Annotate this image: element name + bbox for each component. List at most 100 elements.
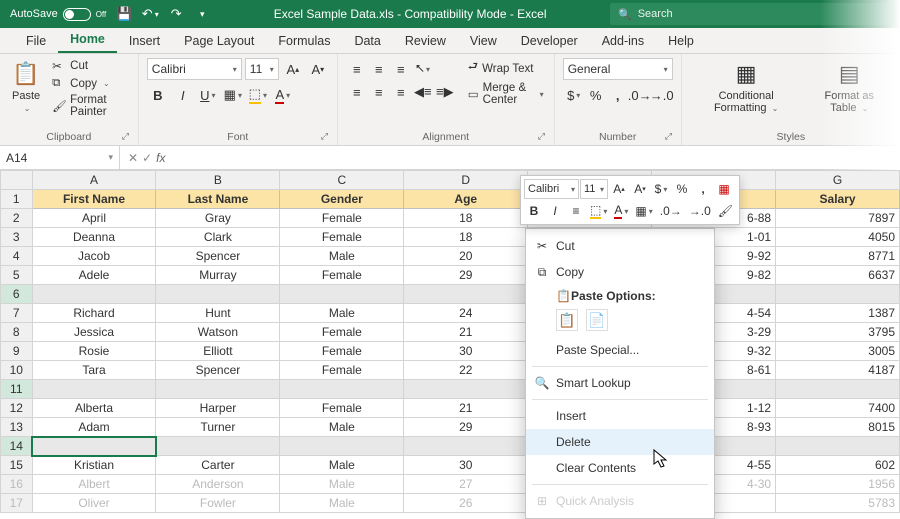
format-painter-button[interactable]: 🖌Format Painter bbox=[50, 93, 130, 119]
cell[interactable]: Harper bbox=[156, 399, 280, 418]
cell[interactable] bbox=[404, 380, 528, 399]
cell[interactable]: Adele bbox=[32, 266, 156, 285]
cell[interactable]: 20 bbox=[404, 247, 528, 266]
orientation-icon[interactable]: ⭦▾ bbox=[412, 58, 434, 80]
cell[interactable]: Male bbox=[280, 494, 404, 513]
tab-data[interactable]: Data bbox=[342, 29, 392, 53]
cell[interactable]: 6637 bbox=[776, 266, 900, 285]
tab-page-layout[interactable]: Page Layout bbox=[172, 29, 266, 53]
cell[interactable]: Albert bbox=[32, 475, 156, 494]
cell[interactable]: 8771 bbox=[776, 247, 900, 266]
row-header[interactable]: 3 bbox=[1, 228, 33, 247]
row-header[interactable]: 12 bbox=[1, 399, 33, 418]
column-header-cell[interactable]: Salary bbox=[776, 190, 900, 209]
font-size-select[interactable]: 11▾ bbox=[245, 58, 279, 80]
mini-format-painter-icon[interactable]: 🖌 bbox=[715, 201, 736, 221]
accounting-format-icon[interactable]: $▾ bbox=[563, 84, 585, 106]
decrease-font-icon[interactable]: A▾ bbox=[307, 58, 329, 80]
cell[interactable]: Gray bbox=[156, 209, 280, 228]
cell[interactable]: 1387 bbox=[776, 304, 900, 323]
cell[interactable]: Murray bbox=[156, 266, 280, 285]
wrap-text-button[interactable]: ⮐Wrap Text bbox=[466, 58, 546, 79]
cell[interactable]: Carter bbox=[156, 456, 280, 475]
cell[interactable] bbox=[156, 285, 280, 304]
context-clear-contents[interactable]: Clear Contents bbox=[526, 455, 714, 481]
tab-file[interactable]: File bbox=[14, 29, 58, 53]
cell[interactable] bbox=[32, 437, 156, 456]
align-bottom-icon[interactable]: ≡ bbox=[390, 58, 412, 80]
cell[interactable]: 24 bbox=[404, 304, 528, 323]
increase-decimal-icon[interactable]: .0→ bbox=[629, 84, 651, 106]
decrease-indent-icon[interactable]: ◀≡ bbox=[412, 81, 434, 103]
cell[interactable] bbox=[404, 437, 528, 456]
cell[interactable]: 3005 bbox=[776, 342, 900, 361]
cell[interactable]: 3795 bbox=[776, 323, 900, 342]
cell[interactable]: 4050 bbox=[776, 228, 900, 247]
cell[interactable] bbox=[280, 437, 404, 456]
cell[interactable]: 4187 bbox=[776, 361, 900, 380]
autosave-toggle[interactable]: AutoSave Off bbox=[10, 8, 106, 21]
mini-increase-font-icon[interactable]: A▴ bbox=[609, 179, 629, 199]
align-center-icon[interactable]: ≡ bbox=[368, 81, 390, 103]
fill-color-button[interactable]: ⬚▾ bbox=[247, 84, 269, 106]
col-header-D[interactable]: D bbox=[404, 171, 528, 190]
mini-fontcolor-icon[interactable]: A▾ bbox=[611, 201, 631, 221]
mini-conditional-icon[interactable]: ▦ bbox=[714, 179, 734, 199]
format-as-table-button[interactable]: ▤ Format as Table ⌄ bbox=[807, 58, 892, 116]
col-header-A[interactable]: A bbox=[32, 171, 156, 190]
cell[interactable]: 29 bbox=[404, 266, 528, 285]
name-box[interactable]: A14 bbox=[0, 146, 120, 169]
cell[interactable]: Richard bbox=[32, 304, 156, 323]
font-name-select[interactable]: Calibri▾ bbox=[147, 58, 242, 80]
cell[interactable] bbox=[404, 285, 528, 304]
underline-button[interactable]: U▾ bbox=[197, 84, 219, 106]
border-button[interactable]: ▦▾ bbox=[222, 84, 244, 106]
tab-review[interactable]: Review bbox=[393, 29, 458, 53]
cell[interactable]: 30 bbox=[404, 456, 528, 475]
conditional-formatting-button[interactable]: ▦ Conditional Formatting ⌄ bbox=[690, 58, 803, 116]
italic-button[interactable]: I bbox=[172, 84, 194, 106]
tab-formulas[interactable]: Formulas bbox=[266, 29, 342, 53]
cell[interactable]: Jessica bbox=[32, 323, 156, 342]
cell[interactable]: Female bbox=[280, 209, 404, 228]
row-header[interactable]: 6 bbox=[1, 285, 33, 304]
select-all-corner[interactable] bbox=[1, 171, 33, 190]
cell[interactable]: Female bbox=[280, 342, 404, 361]
cell[interactable]: 21 bbox=[404, 323, 528, 342]
alignment-launcher-icon[interactable]: ⤢ bbox=[538, 131, 550, 143]
cell[interactable]: Male bbox=[280, 456, 404, 475]
row-header[interactable]: 13 bbox=[1, 418, 33, 437]
cell[interactable]: Clark bbox=[156, 228, 280, 247]
number-format-select[interactable]: General▾ bbox=[563, 58, 673, 80]
tab-add-ins[interactable]: Add-ins bbox=[590, 29, 656, 53]
cell[interactable]: 5783 bbox=[776, 494, 900, 513]
mini-comma-icon[interactable]: , bbox=[693, 179, 713, 199]
mini-font-select[interactable]: Calibri▾ bbox=[524, 179, 579, 199]
cell[interactable] bbox=[156, 437, 280, 456]
cell[interactable] bbox=[280, 380, 404, 399]
mini-fill-icon[interactable]: ⬚▾ bbox=[587, 201, 610, 221]
copy-button[interactable]: ⧉Copy ⌄ bbox=[50, 76, 130, 91]
mini-border-icon[interactable]: ▦▾ bbox=[632, 201, 655, 221]
row-header[interactable]: 16 bbox=[1, 475, 33, 494]
column-header-cell[interactable]: First Name bbox=[32, 190, 156, 209]
cell[interactable] bbox=[776, 437, 900, 456]
align-left-icon[interactable]: ≡ bbox=[346, 81, 368, 103]
col-header-C[interactable]: C bbox=[280, 171, 404, 190]
search-box[interactable]: 🔍 Search bbox=[610, 3, 890, 25]
align-top-icon[interactable]: ≡ bbox=[346, 58, 368, 80]
row-header[interactable]: 1 bbox=[1, 190, 33, 209]
align-middle-icon[interactable]: ≡ bbox=[368, 58, 390, 80]
cell[interactable]: Tara bbox=[32, 361, 156, 380]
cell[interactable]: 18 bbox=[404, 228, 528, 247]
cell[interactable]: Anderson bbox=[156, 475, 280, 494]
row-header[interactable]: 17 bbox=[1, 494, 33, 513]
col-header-G[interactable]: G bbox=[776, 171, 900, 190]
row-header[interactable]: 15 bbox=[1, 456, 33, 475]
cell[interactable]: April bbox=[32, 209, 156, 228]
row-header[interactable]: 7 bbox=[1, 304, 33, 323]
mini-percent-icon[interactable]: % bbox=[672, 179, 692, 199]
cell[interactable]: 7897 bbox=[776, 209, 900, 228]
merge-center-button[interactable]: ▭Merge & Center ▾ bbox=[466, 81, 546, 107]
context-paste-special[interactable]: Paste Special... bbox=[526, 337, 714, 363]
